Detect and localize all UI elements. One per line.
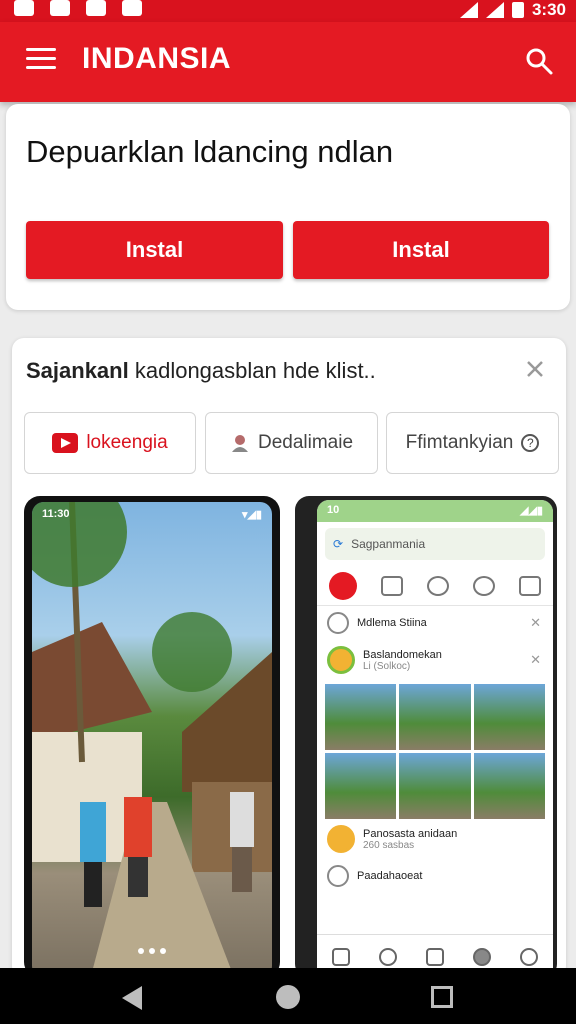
wifi-icon	[459, 2, 478, 18]
photo-thumb	[399, 753, 471, 819]
preview-search-text: Sagpanmania	[351, 537, 426, 551]
add-icon	[425, 947, 444, 966]
suggestion-prefix: Sajankanl	[26, 358, 129, 383]
chip-dedalimaie[interactable]: Dedalimaie	[205, 412, 378, 474]
clock: 3:30	[531, 0, 566, 19]
preview-time: 10	[327, 504, 340, 516]
preview-time: 11:30	[42, 508, 70, 520]
preview-row: Panosasta anidaan 260 sasbas	[317, 819, 553, 859]
refresh-icon: ⟳	[333, 537, 344, 551]
preview-row: Paadahaoeat	[317, 859, 553, 893]
app-bar: INDANSIA	[0, 22, 576, 102]
preview-row-title: Panosasta anidaan	[363, 827, 458, 840]
preview-row-sub: 260 sasbas	[363, 839, 415, 851]
mail-icon	[14, 0, 34, 16]
avatar	[327, 825, 355, 853]
preview-search-bar: ⟳ Sagpanmania	[325, 528, 545, 560]
preview-tabs	[317, 566, 553, 606]
preview-row: Baslandomekan Li (Solkoc) ✕	[317, 640, 553, 680]
photo-thumb	[325, 753, 397, 819]
chip-label: Dedalimaie	[257, 432, 354, 453]
preview-status-bar: 11:30 ▾◢▮	[42, 508, 262, 521]
photo-thumb	[473, 684, 545, 750]
user-icon	[231, 435, 248, 452]
photo-thumb	[399, 684, 471, 750]
chip-lokeengia[interactable]: lokeengia	[24, 412, 196, 474]
back-icon[interactable]	[122, 986, 142, 1010]
preview-row-sub: Li (Solkoc)	[363, 660, 411, 672]
notification-tab-icon	[427, 575, 449, 596]
battery-icon	[511, 2, 524, 18]
preview-row: Mdlema Stiina ✕	[317, 606, 553, 640]
preview-row-title: Baslandomekan	[363, 648, 442, 661]
app-title: INDANSIA	[82, 42, 232, 75]
home-tab-icon	[329, 571, 357, 600]
profile-icon	[520, 947, 539, 966]
system-status: 3:30	[459, 0, 566, 20]
shield-icon	[122, 0, 142, 16]
home-icon	[331, 947, 350, 966]
avatar	[327, 646, 355, 674]
install-card: Depuarklan ldancing ndlan Instal Instal	[6, 104, 570, 310]
photo-thumb	[325, 684, 397, 750]
notification-icons	[14, 0, 142, 16]
village-scene	[32, 502, 272, 972]
recents-icon[interactable]	[431, 986, 453, 1008]
radio-icon	[327, 612, 349, 634]
menu-icon[interactable]	[26, 48, 56, 72]
system-nav-bar	[0, 968, 576, 1024]
close-icon: ✕	[530, 652, 541, 667]
search-icon	[378, 947, 397, 966]
bag-icon	[86, 0, 106, 16]
photo-thumb	[473, 753, 545, 819]
search-icon[interactable]	[524, 46, 554, 76]
app-preview-screen: 10 ◢◢▮ ⟳ Sagpanmania Mdlema Stiina ✕ Bas…	[317, 500, 553, 978]
play-icon	[52, 433, 79, 453]
install-heading: Depuarklan ldancing ndlan	[26, 134, 394, 169]
close-icon: ✕	[530, 615, 541, 630]
preview-row-title: Mdlema Stiina	[357, 617, 427, 629]
recycle-tab-icon	[473, 575, 495, 596]
preview-status-icons: ◢◢▮	[520, 505, 543, 517]
help-icon	[473, 947, 492, 966]
home-button-icon[interactable]	[276, 985, 300, 1009]
suggestion-card: Sajankanl kadlongasblan hde klist.. loke…	[12, 338, 566, 978]
preview-status-icons: ▾◢▮	[241, 509, 262, 521]
suggestion-rest: kadlongasblan hde klist..	[134, 358, 376, 383]
avatar	[327, 865, 349, 887]
screenshot-preview-2[interactable]: 10 ◢◢▮ ⟳ Sagpanmania Mdlema Stiina ✕ Bas…	[295, 496, 557, 978]
village-photo: 11:30 ▾◢▮	[32, 502, 272, 978]
status-bar: 3:30	[0, 0, 576, 22]
photo-grid	[317, 684, 553, 819]
chip-label: lokeengia	[86, 432, 168, 453]
install-button-secondary[interactable]: Instal	[293, 221, 549, 279]
screenshot-preview-1[interactable]: 11:30 ▾◢▮	[24, 496, 280, 978]
close-icon[interactable]	[524, 358, 546, 380]
chip-ffimtankyian[interactable]: Ffimtankyian ?	[386, 412, 559, 474]
help-icon: ?	[521, 434, 540, 452]
chip-label: Ffimtankyian	[405, 432, 514, 453]
chat-tab-icon	[381, 575, 403, 596]
preview-row-title: Paadahaoeat	[357, 870, 423, 882]
install-button[interactable]: Instal	[26, 221, 283, 279]
preview-status-bar: 10 ◢◢▮	[317, 500, 553, 522]
mail-icon	[50, 0, 70, 16]
suggestion-text: Sajankanl kadlongasblan hde klist..	[26, 358, 376, 384]
page-indicator	[138, 948, 166, 954]
square-tab-icon	[519, 575, 541, 596]
signal-icon	[485, 2, 504, 18]
